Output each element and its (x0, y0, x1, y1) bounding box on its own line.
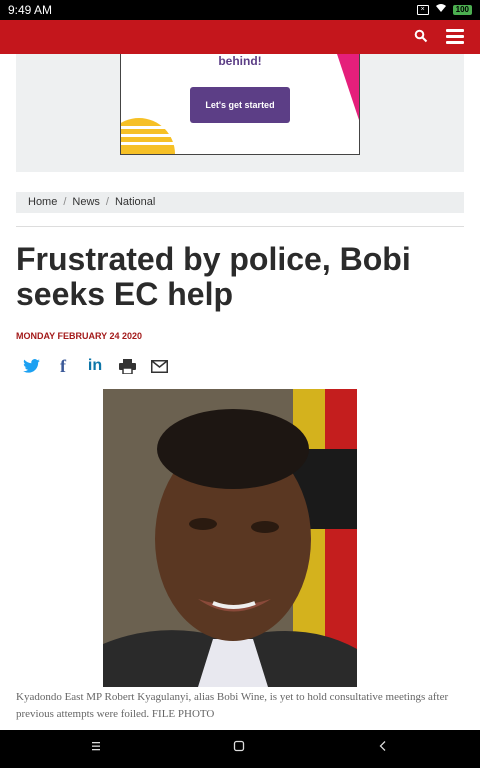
breadcrumb: Home / News / National (16, 192, 464, 213)
ad-decoration-stripes (121, 118, 181, 154)
back-icon[interactable] (376, 739, 396, 759)
article-headline: Frustrated by police, Bobi seeks EC help (16, 241, 411, 312)
divider (16, 226, 464, 227)
share-bar: f in (20, 356, 170, 376)
ad-decoration-shape (337, 54, 359, 120)
status-time: 9:49 AM (8, 3, 53, 17)
ad-banner[interactable]: behind! Let's get started (120, 54, 360, 155)
hamburger-menu-icon[interactable] (446, 29, 464, 45)
breadcrumb-separator: / (63, 196, 67, 208)
breadcrumb-news[interactable]: News (72, 196, 100, 208)
breadcrumb-national[interactable]: National (115, 196, 155, 208)
battery-icon: 100 (452, 4, 472, 15)
ad-cta-button[interactable]: Let's get started (190, 87, 290, 123)
system-nav-bar (0, 730, 480, 768)
ad-headline: behind! (218, 54, 262, 68)
status-bar: 9:49 AM × 100 (0, 0, 480, 20)
facebook-icon[interactable]: f (52, 356, 74, 376)
ad-container: behind! Let's get started (16, 54, 464, 172)
linkedin-icon[interactable]: in (84, 356, 106, 376)
article-date: MONDAY FEBRUARY 24 2020 (16, 331, 143, 341)
sim-icon: × (416, 4, 429, 15)
site-header (0, 20, 480, 54)
email-icon[interactable] (148, 356, 170, 376)
breadcrumb-home[interactable]: Home (28, 196, 57, 208)
article-photo (103, 389, 357, 687)
photo-caption: Kyadondo East MP Robert Kyagulanyi, alia… (16, 691, 449, 720)
menu-icon[interactable] (89, 739, 109, 759)
search-icon[interactable] (414, 29, 430, 45)
twitter-icon[interactable] (20, 356, 42, 376)
home-icon[interactable] (232, 739, 252, 759)
print-icon[interactable] (116, 356, 138, 376)
wifi-icon (435, 3, 447, 16)
breadcrumb-separator: / (105, 196, 109, 208)
status-icons: × 100 (416, 3, 472, 16)
